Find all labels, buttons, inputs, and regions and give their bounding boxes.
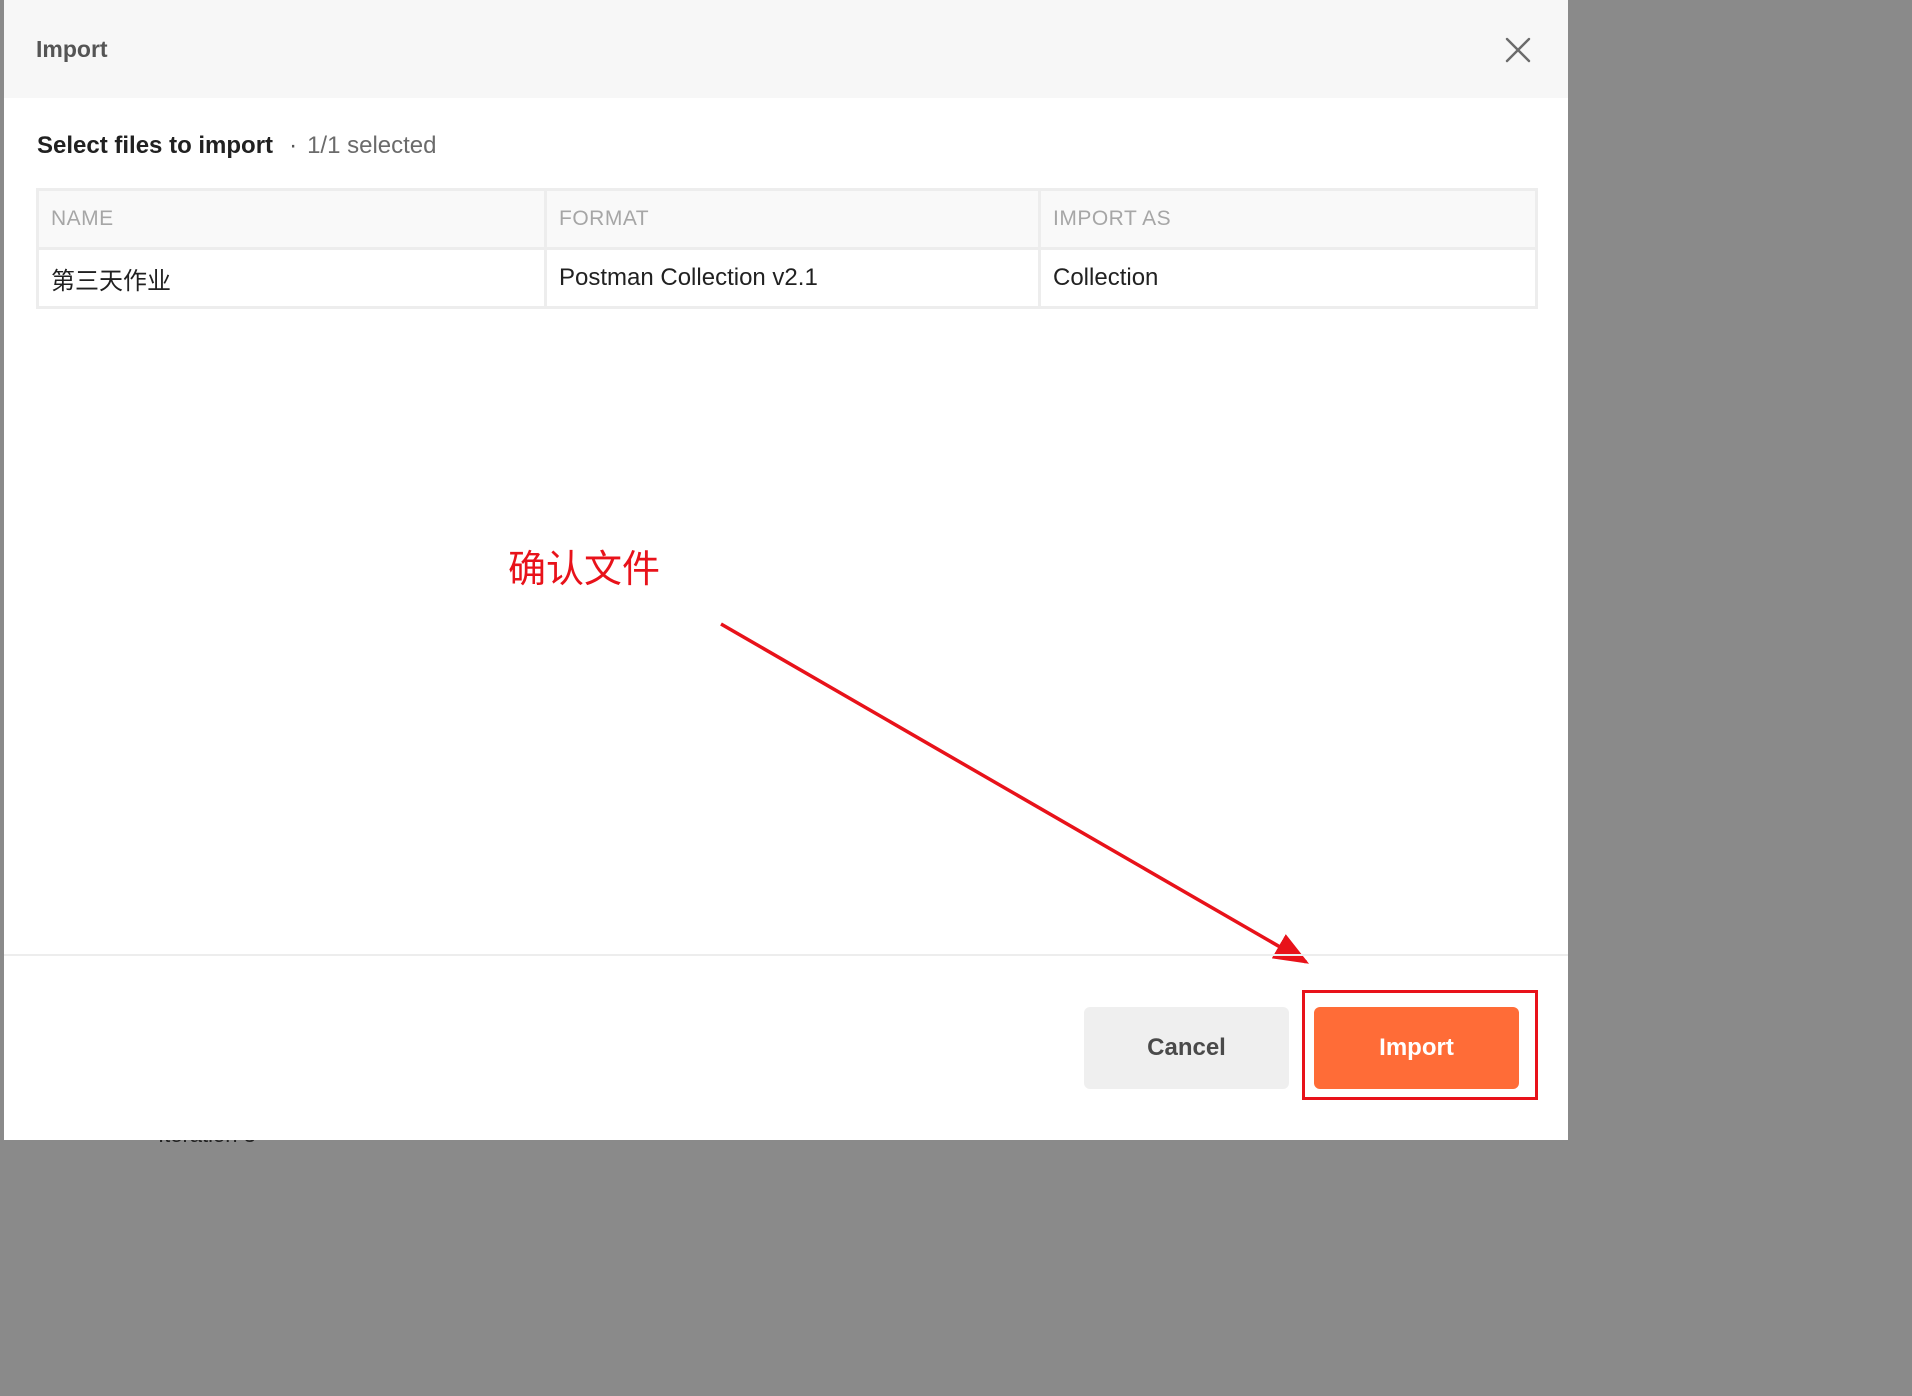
annotation-arrow [720,622,1310,964]
import-dialog: Import Select files to import · 1/1 select… [4,0,1568,1140]
annotation-highlight-box [1302,990,1538,1100]
footer-divider [4,954,1568,956]
cancel-button[interactable]: Cancel [1084,1007,1289,1089]
